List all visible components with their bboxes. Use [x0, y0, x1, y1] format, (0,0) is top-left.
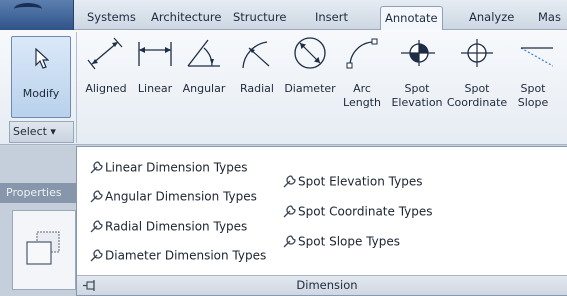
angular-dimension-button[interactable]: Angular: [178, 32, 230, 122]
radial-dimension-icon: [242, 41, 270, 69]
linear-dimension-types-item[interactable]: Linear Dimension Types: [87, 157, 248, 177]
radial-dimension-types-item[interactable]: Radial Dimension Types: [87, 216, 247, 236]
diameter-label: Diameter: [284, 82, 336, 95]
tab-architecture[interactable]: Architecture: [147, 6, 225, 30]
wrench-icon: [90, 219, 103, 232]
aligned-label: Aligned: [85, 82, 127, 95]
type-selector[interactable]: [12, 210, 76, 290]
spot-elevation-types-item[interactable]: Spot Elevation Types: [280, 171, 422, 191]
radial-dimension-button[interactable]: Radial: [234, 32, 280, 122]
tab-annotate[interactable]: Annotate: [380, 6, 443, 30]
application-menu-button[interactable]: [0, 0, 74, 30]
tab-insert[interactable]: Insert: [311, 6, 352, 30]
angular-dimension-types-item[interactable]: Angular Dimension Types: [87, 186, 257, 206]
tab-analyze[interactable]: Analyze: [465, 6, 518, 30]
aligned-dimension-icon: [87, 37, 123, 70]
wrench-icon: [90, 160, 103, 173]
spot-coordinate-types-item[interactable]: Spot Coordinate Types: [280, 201, 433, 221]
arc-length-dimension-button[interactable]: Arc Length: [340, 32, 384, 122]
dimension-panel-title: Dimension: [296, 278, 358, 292]
dimension-panel-footer: Dimension: [77, 275, 567, 295]
arc-length-label: Arc Length: [343, 82, 381, 109]
spot-elevation-label: Spot Elevation: [391, 82, 443, 109]
spot-elevation-icon: [401, 40, 435, 66]
ribbon-tab-bar: Systems Architecture Structure Insert An…: [0, 0, 567, 30]
dimension-types-dropdown: Linear Dimension Types Angular Dimension…: [76, 146, 567, 296]
radial-label: Radial: [240, 82, 274, 95]
spot-slope-button[interactable]: Spot Slope: [510, 32, 556, 122]
angular-dimension-icon: [187, 39, 220, 67]
modify-label: Modify: [22, 87, 60, 100]
spot-slope-label: Spot Slope: [517, 82, 549, 109]
spot-slope-types-item[interactable]: Spot Slope Types: [280, 231, 400, 251]
family-type-icon: [26, 231, 60, 265]
diameter-dimension-types-item[interactable]: Diameter Dimension Types: [87, 245, 266, 265]
tab-structure[interactable]: Structure: [229, 6, 291, 30]
wrench-icon: [283, 234, 296, 247]
angular-label: Angular: [182, 82, 226, 95]
diameter-dimension-button[interactable]: Diameter: [282, 32, 338, 122]
select-dropdown[interactable]: Select ▾: [9, 121, 74, 143]
panel-divider: [76, 32, 77, 143]
diameter-dimension-icon: [294, 37, 326, 69]
wrench-icon: [283, 174, 296, 187]
modify-button[interactable]: Modify: [11, 36, 71, 118]
spot-elevation-button[interactable]: Spot Elevation: [389, 32, 445, 122]
aligned-dimension-button[interactable]: Aligned: [80, 32, 132, 122]
tab-systems[interactable]: Systems: [83, 6, 140, 30]
arc-length-icon: [346, 38, 378, 69]
pin-icon[interactable]: [82, 279, 98, 292]
linear-dimension-icon: [138, 42, 172, 66]
wrench-icon: [90, 189, 103, 202]
app-logo-icon: [14, 3, 42, 15]
tab-massing[interactable]: Mas: [534, 6, 565, 30]
linear-dimension-button[interactable]: Linear: [133, 32, 177, 122]
cursor-arrow-icon: [35, 48, 49, 69]
linear-label: Linear: [137, 82, 173, 95]
wrench-icon: [283, 204, 296, 217]
spot-coordinate-label: Spot Coordinate: [446, 82, 508, 109]
wrench-icon: [90, 248, 103, 261]
properties-header: Properties: [0, 183, 76, 203]
spot-slope-icon: [520, 47, 553, 67]
spot-coordinate-button[interactable]: Spot Coordinate: [446, 32, 508, 122]
spot-coordinate-icon: [461, 39, 493, 67]
